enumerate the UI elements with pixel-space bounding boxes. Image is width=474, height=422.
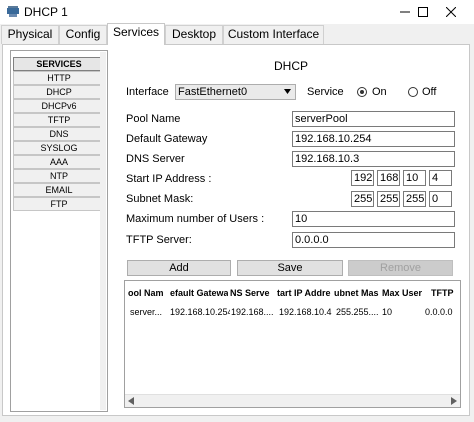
close-button[interactable]: [428, 0, 474, 24]
remove-button: Remove: [348, 260, 453, 276]
max-users-input[interactable]: 10: [292, 211, 455, 227]
max-users-label: Maximum number of Users :: [126, 213, 265, 225]
sidebar-item-dhcp[interactable]: DHCP: [13, 85, 105, 99]
service-off-label: Off: [422, 86, 437, 98]
services-sidebar: SERVICES HTTP DHCP DHCPv6 TFTP DNS SYSLO…: [10, 50, 108, 412]
sidebar-item-http[interactable]: HTTP: [13, 71, 105, 85]
cell-subnet-mask[interactable]: 255.255....: [336, 304, 380, 320]
tab-bar: Physical Config Services Desktop Custom …: [0, 23, 474, 45]
dns-server-input[interactable]: 192.168.10.3: [292, 151, 455, 167]
subnet-mask-label: Subnet Mask:: [126, 193, 194, 205]
tab-physical[interactable]: Physical: [1, 25, 59, 44]
cell-default-gateway[interactable]: 192.168.10.254: [170, 304, 230, 320]
start-ip-label: Start IP Address :: [126, 173, 212, 185]
default-gateway-input[interactable]: 192.168.10.254: [292, 131, 455, 147]
table-horizontal-scrollbar[interactable]: [125, 394, 460, 407]
sidebar-item-ntp[interactable]: NTP: [13, 169, 105, 183]
cell-max-users[interactable]: 10: [382, 304, 412, 320]
cell-pool-name[interactable]: server...: [130, 304, 168, 320]
start-ip-octet-4[interactable]: 4: [429, 170, 452, 186]
start-ip-octet-1[interactable]: 192: [351, 170, 374, 186]
service-off-radio[interactable]: [408, 87, 418, 97]
col-default-gateway[interactable]: efault Gatewa: [170, 285, 228, 301]
title-bar: DHCP 1: [0, 0, 474, 24]
tab-desktop[interactable]: Desktop: [165, 25, 223, 44]
cell-dns-server[interactable]: 192.168....: [231, 304, 275, 320]
interface-select[interactable]: FastEthernet0: [175, 84, 296, 100]
col-start-ip[interactable]: tart IP Addre: [277, 285, 331, 301]
save-button[interactable]: Save: [237, 260, 343, 276]
close-icon: [446, 7, 456, 17]
dhcp-heading: DHCP: [274, 59, 309, 73]
cell-start-ip[interactable]: 192.168.10.4: [279, 304, 335, 320]
pool-name-input[interactable]: serverPool: [292, 111, 455, 127]
tftp-server-label: TFTP Server:: [126, 234, 192, 246]
services-header: SERVICES: [13, 57, 105, 71]
pool-name-label: Pool Name: [126, 113, 181, 125]
start-ip-octet-2[interactable]: 168: [377, 170, 400, 186]
cell-tftp[interactable]: 0.0.0.0: [425, 304, 459, 320]
col-subnet-mask[interactable]: ubnet Mas: [334, 285, 379, 301]
window-title: DHCP 1: [24, 5, 68, 19]
subnet-octet-1[interactable]: 255: [351, 191, 374, 207]
col-tftp[interactable]: TFTP: [431, 285, 460, 301]
maximize-icon: [418, 7, 428, 17]
sidebar-item-dns[interactable]: DNS: [13, 127, 105, 141]
sidebar-scrollbar[interactable]: [100, 52, 106, 410]
subnet-octet-2[interactable]: 255: [377, 191, 400, 207]
sidebar-item-dhcpv6[interactable]: DHCPv6: [13, 99, 105, 113]
tftp-server-input[interactable]: 0.0.0.0: [292, 232, 455, 248]
col-pool-name[interactable]: ool Nam: [128, 285, 168, 301]
scroll-right-icon[interactable]: [451, 397, 457, 405]
chevron-down-icon: [284, 89, 291, 94]
tab-services[interactable]: Services: [107, 23, 165, 45]
sidebar-item-tftp[interactable]: TFTP: [13, 113, 105, 127]
dns-server-label: DNS Server: [126, 153, 185, 165]
app-icon: [7, 6, 19, 17]
subnet-octet-3[interactable]: 255: [403, 191, 426, 207]
service-on-label: On: [372, 86, 387, 98]
default-gateway-label: Default Gateway: [126, 133, 208, 145]
add-button[interactable]: Add: [127, 260, 231, 276]
pool-table: ool Nam efault Gatewa NS Serve tart IP A…: [124, 280, 461, 408]
sidebar-item-aaa[interactable]: AAA: [13, 155, 105, 169]
start-ip-octet-3[interactable]: 10: [403, 170, 426, 186]
col-dns-server[interactable]: NS Serve: [230, 285, 274, 301]
col-max-users[interactable]: Max User: [382, 285, 422, 301]
sidebar-item-syslog[interactable]: SYSLOG: [13, 141, 105, 155]
service-label: Service: [307, 86, 344, 98]
sidebar-item-email[interactable]: EMAIL: [13, 183, 105, 197]
tab-config[interactable]: Config: [59, 25, 107, 44]
sidebar-item-ftp[interactable]: FTP: [13, 197, 105, 211]
subnet-octet-4[interactable]: 0: [429, 191, 452, 207]
service-on-radio[interactable]: [357, 87, 367, 97]
interface-label: Interface: [126, 86, 169, 98]
interface-value: FastEthernet0: [178, 86, 248, 98]
scroll-left-icon[interactable]: [128, 397, 134, 405]
tab-custom-interface[interactable]: Custom Interface: [223, 25, 324, 44]
